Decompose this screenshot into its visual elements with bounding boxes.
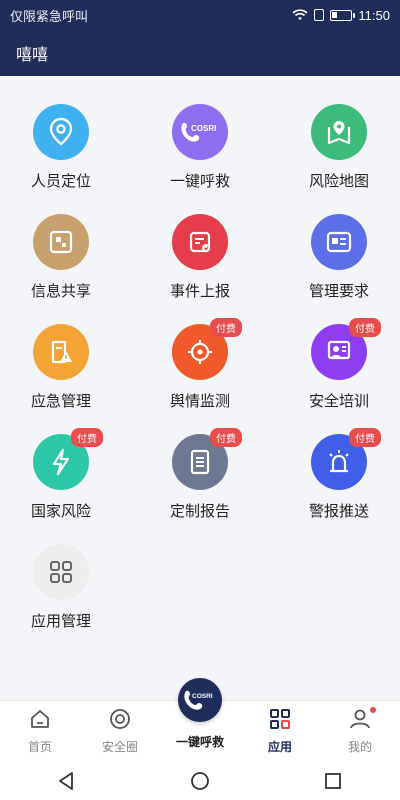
paid-badge: 付费 — [349, 318, 381, 337]
svg-text:COSRI: COSRI — [192, 693, 213, 700]
back-icon[interactable] — [55, 769, 79, 793]
tab-home[interactable]: 首页 — [0, 701, 80, 763]
tab-label: 安全圈 — [101, 740, 138, 754]
app-label: 应用管理 — [30, 613, 91, 630]
tab-label: 我的 — [347, 740, 372, 754]
paid-badge: 付费 — [71, 428, 103, 447]
app-tile-emergency-management[interactable]: 应急管理 — [6, 324, 116, 424]
app-label: 管理要求 — [308, 283, 369, 300]
app-tile-risk-map[interactable]: 风险地图 — [284, 104, 394, 204]
app-tile-info-share[interactable]: 信息共享 — [6, 214, 116, 314]
app-label: 事件上报 — [169, 283, 230, 300]
app-label: 人员定位 — [30, 173, 91, 190]
grid-apps-icon — [270, 709, 290, 729]
app-label: 安全培训 — [308, 393, 369, 410]
grid-apps-icon — [33, 544, 89, 600]
app-tile-app-management[interactable]: 应用管理 — [6, 544, 116, 644]
app-label: 舆情监测 — [169, 393, 230, 410]
app-tile-public-opinion[interactable]: 付费 舆情监测 — [145, 318, 255, 424]
app-label: 信息共享 — [30, 283, 91, 300]
home-circle-icon[interactable] — [188, 769, 212, 793]
app-tile-personnel-location[interactable]: 人员定位 — [6, 104, 116, 204]
app-tile-custom-report[interactable]: 付费 定制报告 — [145, 428, 255, 534]
page-title: 嘻嘻 — [16, 47, 49, 64]
system-nav-bar — [0, 762, 400, 800]
svg-text:COSRI: COSRI — [191, 124, 216, 133]
map-pin-icon — [311, 104, 367, 160]
app-label: 国家风险 — [30, 503, 91, 520]
app-tile-alert-push[interactable]: 付费 警报推送 — [284, 428, 394, 534]
tab-me[interactable]: 我的 — [320, 701, 400, 763]
tab-safety-circle[interactable]: 安全圈 — [80, 701, 160, 763]
tab-apps[interactable]: 应用 — [240, 701, 320, 763]
location-pin-icon — [33, 104, 89, 160]
tab-label: 一键呼救 — [175, 735, 224, 749]
person-icon — [350, 709, 370, 729]
app-tile-safety-training[interactable]: 付费 安全培训 — [284, 318, 394, 424]
carrier-text: 仅限紧急呼叫 — [10, 8, 89, 24]
app-tile-management-requirements[interactable]: 管理要求 — [284, 214, 394, 314]
app-label: 风险地图 — [308, 173, 369, 190]
battery-icon — [330, 9, 356, 21]
notification-dot — [370, 707, 376, 713]
app-tile-event-report[interactable]: 事件上报 — [145, 214, 255, 314]
cosri-phone-icon: COSRI — [172, 104, 228, 160]
report-icon — [172, 214, 228, 270]
emergency-call-button[interactable]: COSRI — [178, 678, 222, 722]
share-card-icon — [33, 214, 89, 270]
home-icon — [31, 710, 49, 728]
paid-badge: 付费 — [210, 428, 242, 447]
app-grid: 人员定位 COSRI 一键呼救 风险地图 信息共享 事件上报 管理要求 应急管理… — [0, 76, 400, 700]
app-label: 应急管理 — [30, 393, 91, 410]
app-label: 一键呼救 — [169, 173, 230, 190]
cosri-phone-icon: COSRI — [184, 690, 213, 710]
target-circle-icon — [110, 709, 130, 729]
clock: 11:50 — [358, 7, 390, 23]
tab-label: 首页 — [27, 740, 52, 754]
app-label: 定制报告 — [169, 503, 230, 520]
warning-doc-icon — [33, 324, 89, 380]
status-bar: 仅限紧急呼叫 11:50 — [0, 0, 400, 30]
paid-badge: 付费 — [349, 428, 381, 447]
paid-badge: 付费 — [210, 318, 242, 337]
tab-label: 应用 — [267, 740, 292, 754]
id-card-icon — [311, 214, 367, 270]
sim-icon — [314, 9, 325, 21]
recents-square-icon[interactable] — [321, 769, 345, 793]
app-label: 警报推送 — [308, 503, 369, 520]
app-tile-emergency-call[interactable]: COSRI 一键呼救 — [145, 104, 255, 204]
app-header: 嘻嘻 — [0, 30, 400, 76]
app-tile-national-risk[interactable]: 付费 国家风险 — [6, 428, 116, 534]
wifi-icon — [292, 9, 308, 20]
